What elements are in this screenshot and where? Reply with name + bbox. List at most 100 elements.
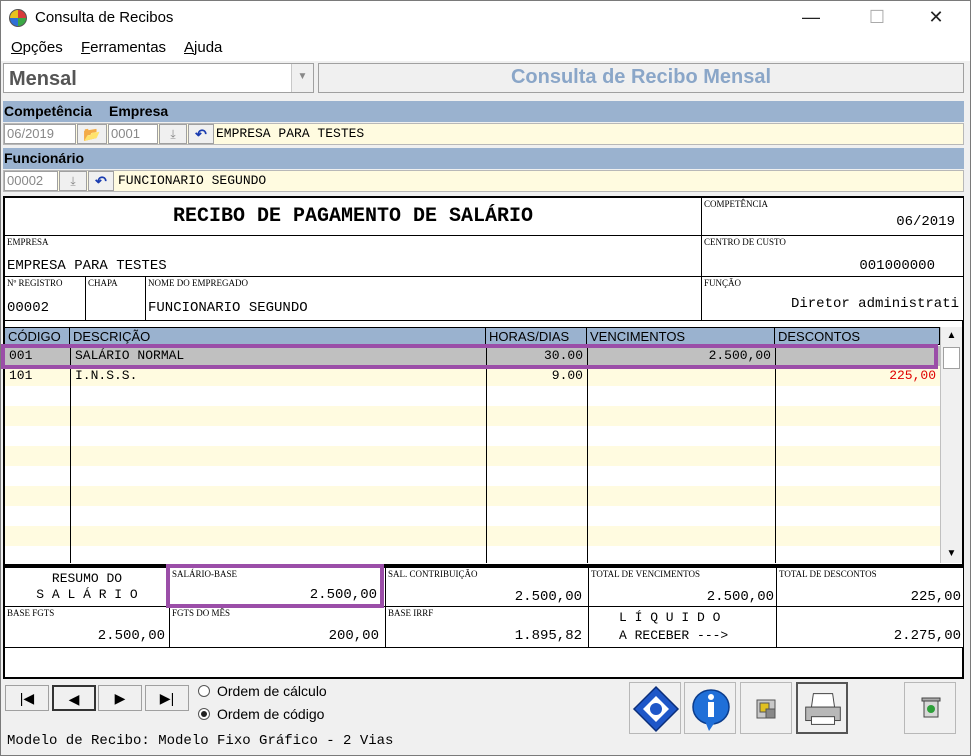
grid-scrollbar[interactable]: ▲ ▼ (940, 327, 962, 563)
funcionario-label: Funcionário (4, 150, 85, 166)
close-button[interactable]: ✕ (913, 1, 959, 35)
download-icon[interactable]: ⤓ (59, 171, 87, 191)
receipt: RECIBO DE PAGAMENTO DE SALÁRIO COMPETÊNC… (3, 196, 964, 566)
folder-open-icon[interactable]: 📂 (77, 124, 107, 144)
total-desc-value: 225,00 (910, 589, 961, 605)
competencia-cell-value: 06/2019 (896, 214, 955, 230)
last-record-button[interactable]: ▶| (145, 685, 189, 711)
total-desc-cell: TOTAL DE DESCONTOS 225,00 (776, 567, 964, 607)
total-venc-label: TOTAL DE VENCIMENTOS (591, 569, 700, 579)
liquido-line2: A RECEBER ---> (619, 628, 729, 643)
menu-opcoes[interactable]: Opções (11, 39, 63, 56)
competencia-empresa-row: 06/2019 📂 0001 ⤓ ↶ EMPRESA PARA TESTES (3, 123, 964, 145)
receipt-model-status: Modelo de Recibo: Modelo Fixo Gráfico - … (7, 733, 394, 749)
order-calc-radio[interactable]: Ordem de cálculo (198, 683, 327, 699)
menu-ferramentas[interactable]: Ferramentas (81, 39, 166, 56)
base-irrf-label: BASE IRRF (388, 608, 434, 618)
chapa-label: CHAPA (88, 278, 118, 288)
table-row[interactable]: 101 I.N.S.S. 9.00 225,00 (5, 366, 940, 386)
maximize-button[interactable]: ☐ (854, 1, 900, 35)
undo-icon[interactable]: ↶ (88, 171, 114, 191)
centro-custo-cell: CENTRO DE CUSTO 001000000 (701, 235, 964, 277)
nome-cell: NOME DO EMPREGADO FUNCIONARIO SEGUNDO (145, 276, 702, 321)
grid-header: CÓDIGO DESCRIÇÃO HORAS/DIAS VENCIMENTOS … (5, 327, 940, 345)
app-window: Consulta de Recibos — ☐ ✕ Opções Ferrame… (0, 0, 971, 756)
diamond-arrows-icon (632, 685, 680, 733)
sal-contrib-cell: SAL. CONTRIBUIÇÃO 2.500,00 (385, 567, 589, 607)
funcionario-code-input[interactable]: 00002 (4, 171, 58, 191)
delete-button[interactable] (904, 682, 956, 734)
header-panel: Consulta de Recibo Mensal (318, 63, 964, 93)
resumo-line2: S A L Á R I O (36, 587, 138, 602)
mode-select-value: Mensal (9, 68, 77, 90)
chevron-down-icon[interactable]: ▼ (291, 64, 313, 92)
prev-record-button[interactable]: ◀ (52, 685, 96, 711)
scroll-thumb[interactable] (943, 347, 960, 369)
order-calc-label: Ordem de cálculo (217, 683, 327, 699)
funcao-cell: FUNÇÃO Diretor administrati (701, 276, 964, 321)
scroll-down-icon[interactable]: ▼ (941, 545, 962, 563)
radio-icon[interactable] (198, 708, 210, 720)
next-record-button[interactable]: ▶ (98, 685, 142, 711)
navigate-button[interactable] (629, 682, 681, 734)
liquido-value-cell: 2.275,00 (776, 606, 964, 648)
cell-vencimentos (588, 366, 776, 386)
funcionario-row: 00002 ⤓ ↶ FUNCIONARIO SEGUNDO (3, 170, 964, 192)
first-record-button[interactable]: |◀ (5, 685, 49, 711)
sal-contrib-label: SAL. CONTRIBUIÇÃO (388, 569, 478, 579)
puzzle-document-icon (756, 699, 776, 719)
radio-icon[interactable] (198, 685, 210, 697)
col-vencimentos[interactable]: VENCIMENTOS (587, 328, 775, 345)
info-icon (692, 689, 730, 731)
empresa-code-input[interactable]: 0001 (108, 124, 158, 144)
liquido-value: 2.275,00 (893, 628, 961, 644)
col-descricao[interactable]: DESCRIÇÃO (70, 328, 486, 345)
registro-value: 00002 (7, 300, 50, 316)
funcao-label: FUNÇÃO (704, 278, 742, 288)
cell-codigo: 101 (5, 366, 71, 386)
col-descontos[interactable]: DESCONTOS (775, 328, 940, 345)
recycle-bin-icon (921, 697, 941, 718)
registro-cell: Nº REGISTRO 00002 (4, 276, 86, 321)
liquido-line1: L Í Q U I D O (619, 610, 721, 625)
grid-body: 001 SALÁRIO NORMAL 30.00 2.500,00 101 I.… (5, 346, 940, 563)
registro-label: Nº REGISTRO (7, 278, 63, 288)
order-code-radio[interactable]: Ordem de código (198, 706, 324, 722)
fgts-mes-value: 200,00 (328, 628, 379, 644)
menu-bar: Opções Ferramentas Ajuda (1, 35, 970, 61)
scroll-up-icon[interactable]: ▲ (941, 327, 962, 345)
empresa-label: Empresa (109, 103, 169, 119)
print-button[interactable] (796, 682, 848, 734)
total-venc-cell: TOTAL DE VENCIMENTOS 2.500,00 (588, 567, 777, 607)
col-codigo[interactable]: CÓDIGO (5, 328, 70, 345)
menu-ajuda[interactable]: Ajuda (184, 39, 222, 56)
minimize-button[interactable]: — (788, 1, 834, 35)
row-highlight (1, 344, 938, 369)
fgts-mes-label: FGTS DO MÊS (172, 608, 231, 618)
salario-base-highlight (166, 564, 384, 608)
base-fgts-cell: BASE FGTS 2.500,00 (4, 606, 170, 648)
order-code-label: Ordem de código (217, 706, 325, 722)
info-button[interactable] (684, 682, 736, 734)
col-horas[interactable]: HORAS/DIAS (486, 328, 587, 345)
liquido-cell: L Í Q U I D O A RECEBER ---> (588, 606, 777, 648)
competencia-cell-label: COMPETÊNCIA (704, 199, 769, 209)
mode-select[interactable]: Mensal ▼ (3, 63, 314, 93)
competencia-label: Competência (4, 103, 92, 119)
base-fgts-value: 2.500,00 (97, 628, 165, 644)
page-title: Consulta de Recibo Mensal (510, 66, 772, 88)
download-icon[interactable]: ⤓ (159, 124, 187, 144)
undo-icon[interactable]: ↶ (188, 124, 214, 144)
base-irrf-value: 1.895,82 (514, 628, 582, 644)
funcao-value: Diretor administrati (790, 296, 959, 312)
receipt-title: RECIBO DE PAGAMENTO DE SALÁRIO (172, 205, 534, 228)
nome-value: FUNCIONARIO SEGUNDO (148, 300, 308, 316)
total-venc-value: 2.500,00 (706, 589, 774, 605)
printer-icon (805, 693, 841, 725)
centro-custo-label: CENTRO DE CUSTO (704, 237, 786, 247)
salary-summary: RESUMO DO S A L Á R I O SALÁRIO-BASE 2.5… (3, 566, 964, 679)
title-bar: Consulta de Recibos — ☐ ✕ (1, 1, 970, 35)
window-title: Consulta de Recibos (35, 9, 174, 26)
competencia-input[interactable]: 06/2019 (4, 124, 76, 144)
export-button[interactable] (740, 682, 792, 734)
